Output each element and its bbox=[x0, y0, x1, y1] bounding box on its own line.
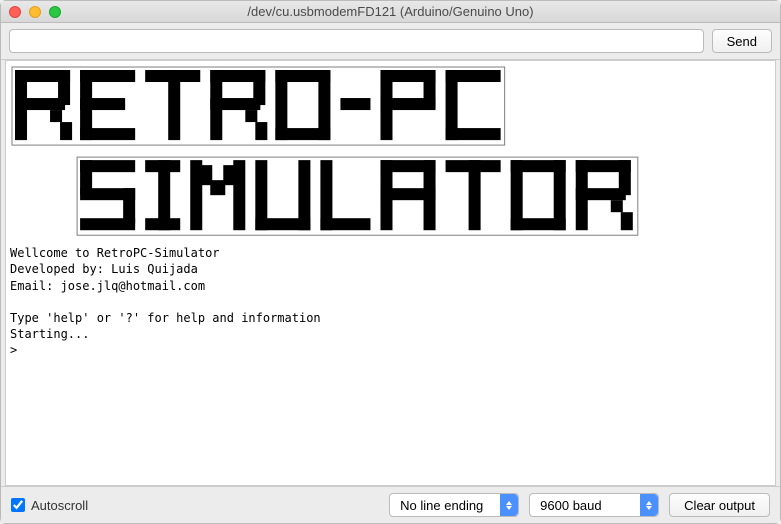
console-output[interactable]: Wellcome to RetroPC-Simulator Developed … bbox=[5, 60, 776, 486]
titlebar: /dev/cu.usbmodemFD121 (Arduino/Genuino U… bbox=[1, 1, 780, 23]
serial-monitor-window: /dev/cu.usbmodemFD121 (Arduino/Genuino U… bbox=[0, 0, 781, 524]
traffic-lights bbox=[9, 6, 61, 18]
serial-input[interactable] bbox=[9, 29, 704, 53]
bottombar: Autoscroll No line ending 9600 baud Clea… bbox=[1, 486, 780, 523]
toolbar: Send bbox=[1, 23, 780, 60]
window-title: /dev/cu.usbmodemFD121 (Arduino/Genuino U… bbox=[247, 4, 533, 19]
line-ending-value: No line ending bbox=[400, 498, 483, 513]
chevron-updown-icon bbox=[640, 494, 658, 516]
close-icon[interactable] bbox=[9, 6, 21, 18]
zoom-icon[interactable] bbox=[49, 6, 61, 18]
console-text: Wellcome to RetroPC-Simulator Developed … bbox=[10, 245, 771, 358]
autoscroll-checkbox[interactable] bbox=[11, 498, 25, 512]
chevron-updown-icon bbox=[500, 494, 518, 516]
autoscroll-toggle[interactable]: Autoscroll bbox=[11, 498, 88, 513]
ascii-art-banner bbox=[10, 65, 771, 245]
send-button[interactable]: Send bbox=[712, 29, 772, 53]
minimize-icon[interactable] bbox=[29, 6, 41, 18]
baud-value: 9600 baud bbox=[540, 498, 601, 513]
line-ending-select[interactable]: No line ending bbox=[389, 493, 519, 517]
autoscroll-label: Autoscroll bbox=[31, 498, 88, 513]
clear-output-button[interactable]: Clear output bbox=[669, 493, 770, 517]
baud-select[interactable]: 9600 baud bbox=[529, 493, 659, 517]
